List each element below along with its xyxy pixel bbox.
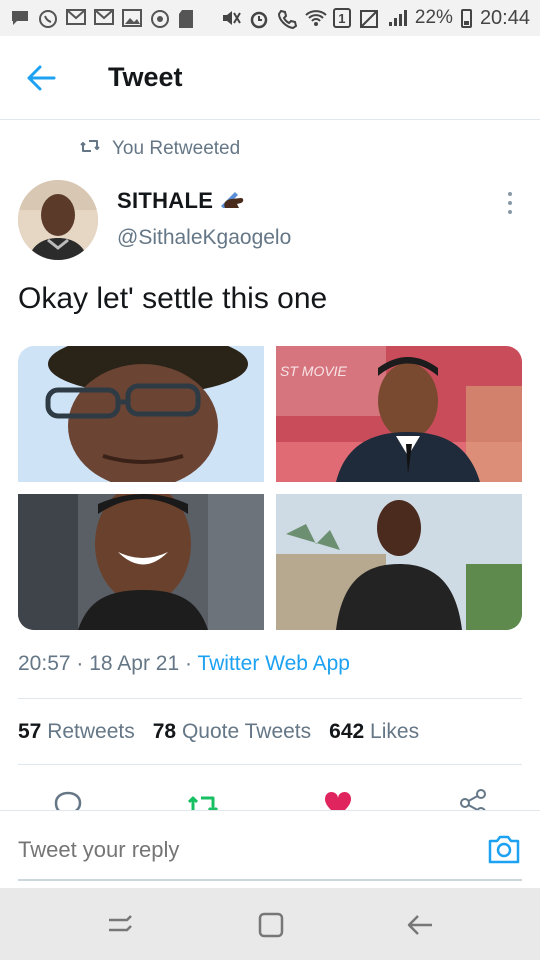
tweet-photo-3[interactable] — [18, 494, 264, 630]
meta-separator: · — [185, 652, 192, 675]
message-icon — [10, 9, 30, 27]
signal-icon — [387, 9, 407, 27]
app-header: Tweet — [0, 36, 540, 120]
reply-icon[interactable] — [53, 790, 83, 810]
mute-icon — [221, 9, 241, 27]
whatsapp-icon — [38, 9, 58, 28]
notification-icons — [10, 9, 198, 28]
status-bar: 1 22% 20:44 — [0, 0, 540, 36]
retweets-stat[interactable]: 57 Retweets — [18, 720, 135, 744]
recent-apps-icon[interactable] — [105, 910, 135, 940]
sd-card-icon — [178, 9, 198, 28]
system-nav-bar — [0, 888, 540, 960]
reply-underline — [18, 879, 522, 881]
divider — [18, 764, 522, 765]
svg-text:ST MOVIE: ST MOVIE — [280, 363, 348, 379]
tweet-photo-4[interactable] — [276, 494, 522, 630]
quote-tweets-label: Quote Tweets — [181, 720, 312, 743]
sim-badge: 1 — [332, 8, 351, 28]
system-icons: 1 22% 20:44 — [221, 7, 530, 30]
gmail-icon — [66, 9, 86, 27]
tweet-stats: 57 Retweets 78 Quote Tweets 642 Likes — [18, 720, 419, 744]
retweet-action-icon[interactable] — [187, 790, 219, 810]
tweet-date: 18 Apr 21 — [89, 652, 180, 675]
no-sim-icon — [359, 9, 379, 28]
retweet-notice[interactable]: You Retweeted — [80, 138, 240, 160]
retweet-notice-label: You Retweeted — [112, 138, 241, 159]
more-dot — [508, 209, 512, 214]
back-arrow-icon[interactable] — [26, 64, 56, 92]
gmail-icon-2 — [94, 9, 114, 27]
battery-percent: 22% — [414, 7, 453, 28]
quote-tweets-stat[interactable]: 78 Quote Tweets — [153, 720, 311, 744]
tweet-meta: 20:57 · 18 Apr 21 · Twitter Web App — [18, 652, 350, 676]
likes-count: 642 — [329, 720, 365, 743]
quote-tweets-count: 78 — [152, 720, 177, 743]
likes-stat[interactable]: 642 Likes — [329, 720, 419, 744]
home-icon[interactable] — [256, 910, 286, 940]
tweet-time: 20:57 — [18, 652, 71, 675]
wifi-icon — [305, 9, 327, 27]
back-nav-icon[interactable] — [406, 910, 436, 940]
meta-separator: · — [76, 652, 84, 675]
camera-icon[interactable] — [487, 833, 521, 865]
author-handle[interactable]: @SithaleKgaogelo — [117, 226, 291, 250]
media-grid: ST MOVIE — [18, 346, 522, 630]
reply-bar — [0, 810, 540, 888]
battery-icon — [460, 8, 472, 28]
tweet-photo-1[interactable] — [18, 346, 264, 482]
avatar[interactable] — [18, 180, 98, 260]
author-name[interactable]: SITHALE — [117, 188, 245, 214]
share-icon[interactable] — [458, 788, 488, 810]
alarm-icon — [249, 9, 269, 29]
retweets-count: 57 — [18, 720, 42, 743]
page-title: Tweet — [108, 62, 183, 92]
status-time: 20:44 — [479, 6, 530, 29]
call-icon — [277, 9, 298, 30]
reply-input[interactable] — [18, 837, 418, 863]
author-name-text: SITHALE — [117, 188, 214, 213]
writing-hand-icon — [217, 188, 245, 214]
retweets-label: Retweets — [47, 720, 135, 743]
retweet-icon — [80, 138, 100, 160]
gallery-icon — [122, 9, 142, 27]
tweet-source-link[interactable]: Twitter Web App — [197, 652, 350, 675]
tweet-photo-2[interactable]: ST MOVIE — [276, 346, 522, 482]
tweet-actions — [0, 784, 540, 810]
divider — [18, 698, 522, 699]
more-dot — [508, 192, 512, 197]
more-dot — [508, 200, 512, 205]
likes-label: Likes — [370, 720, 420, 743]
like-heart-icon[interactable] — [323, 790, 353, 810]
chrome-icon — [150, 9, 170, 28]
more-options-icon[interactable] — [500, 190, 520, 216]
tweet-text: Okay let' settle this one — [18, 282, 328, 315]
